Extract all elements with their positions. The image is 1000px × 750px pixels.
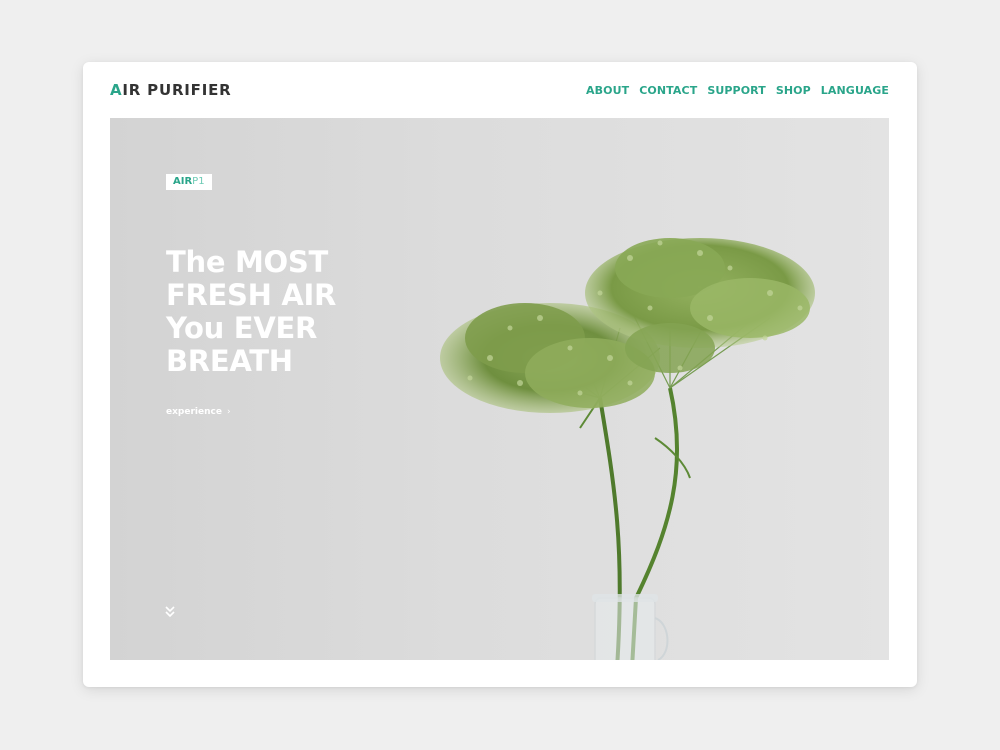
headline-line: You EVER <box>166 311 317 345</box>
nav-language[interactable]: LANGUAGE <box>821 84 889 98</box>
top-nav: ABOUT CONTACT SUPPORT SHOP LANGUAGE <box>586 84 889 98</box>
hero-section: AIRP1 The MOST FRESH AIR You EVER BREATH… <box>110 118 889 660</box>
product-badge: AIRP1 <box>166 174 212 190</box>
experience-label: experience <box>166 407 222 417</box>
headline-line: FRESH AIR <box>166 278 337 312</box>
brand-accent-letter: A <box>110 81 123 99</box>
double-chevron-down-icon[interactable] <box>163 605 177 619</box>
nav-support[interactable]: SUPPORT <box>707 84 766 98</box>
chevron-right-icon: › <box>226 407 231 417</box>
hero-headline: The MOST FRESH AIR You EVER BREATH <box>166 246 406 378</box>
nav-contact[interactable]: CONTACT <box>639 84 697 98</box>
badge-strong-text: AIR <box>173 176 193 187</box>
headline-line: BREATH <box>166 344 293 378</box>
brand-logo[interactable]: AIR PURIFIER <box>110 80 232 100</box>
badge-light-text: P1 <box>192 176 205 187</box>
headline-line: The MOST <box>166 245 328 279</box>
brand-name: IR PURIFIER <box>122 81 232 99</box>
page-card: AIR PURIFIER ABOUT CONTACT SUPPORT SHOP … <box>83 62 917 687</box>
nav-shop[interactable]: SHOP <box>776 84 811 98</box>
nav-about[interactable]: ABOUT <box>586 84 629 98</box>
experience-link[interactable]: experience › <box>166 406 231 418</box>
flower-vase-image <box>440 238 815 660</box>
